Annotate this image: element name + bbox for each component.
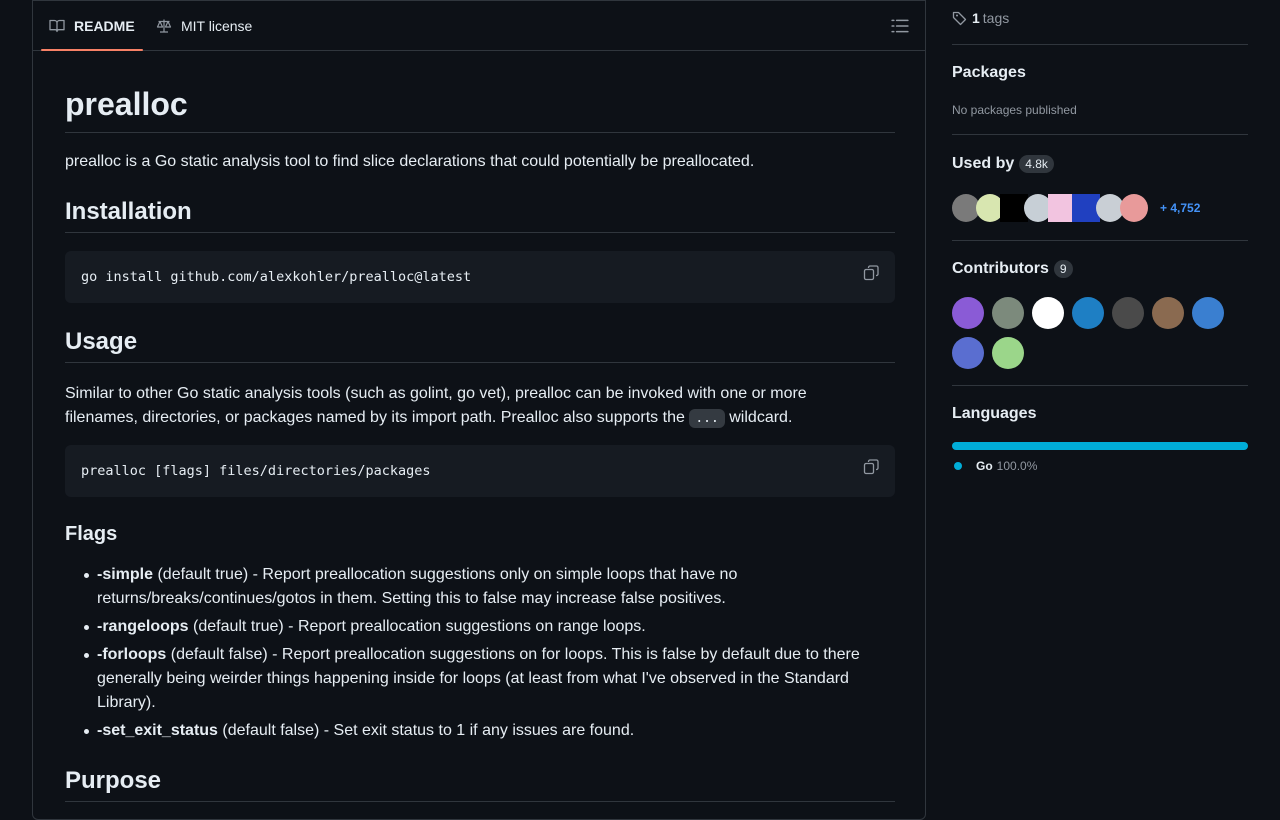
used-by-count: 4.8k	[1019, 155, 1054, 173]
list-item: -set_exit_status (default false) - Set e…	[84, 719, 895, 743]
languages-heading: Languages	[952, 405, 1036, 423]
contributors-count: 9	[1053, 260, 1073, 278]
copy-icon[interactable]	[863, 265, 879, 281]
readme-panel: README MIT license prealloc prealloc is …	[32, 0, 926, 820]
list-item: -simple (default true) - Report prealloc…	[84, 563, 895, 611]
tags-link[interactable]: 1 tags	[952, 8, 1009, 28]
flag-name: -simple	[97, 566, 154, 583]
law-scale-icon	[156, 19, 172, 33]
avatar[interactable]	[1192, 297, 1224, 329]
readme-title: prealloc	[65, 87, 895, 133]
tab-license-label: MIT license	[181, 17, 253, 34]
flags-heading: Flags	[65, 523, 118, 545]
used-by-label: Used by	[952, 155, 1015, 172]
readme-tabs: README MIT license	[33, 1, 925, 51]
packages-empty-text: No packages published	[952, 103, 1077, 117]
used-by-more-link[interactable]: + 4,752	[1160, 201, 1200, 215]
used-by-heading[interactable]: Used by 4.8k	[952, 155, 1054, 173]
purpose-heading: Purpose	[65, 767, 895, 802]
avatar[interactable]	[992, 337, 1024, 369]
install-code-block: go install github.com/alexkohler/preallo…	[65, 251, 895, 303]
avatar[interactable]	[1032, 297, 1064, 329]
packages-heading[interactable]: Packages	[952, 64, 1026, 82]
tab-readme-label: README	[74, 17, 135, 34]
flag-name: -rangeloops	[97, 618, 189, 635]
tags-label: tags	[982, 10, 1010, 26]
avatar[interactable]	[952, 337, 984, 369]
flag-name: -forloops	[97, 646, 167, 663]
avatar[interactable]	[1112, 297, 1144, 329]
language-go[interactable]: Go 100.0%	[954, 459, 1037, 473]
language-percent: 100.0%	[996, 459, 1038, 473]
flags-list: -simple (default true) - Report prealloc…	[65, 563, 895, 747]
flag-description: (default false) - Set exit status to 1 i…	[217, 722, 635, 739]
usage-code-block: prealloc [flags] files/directories/packa…	[65, 445, 895, 497]
go-color-dot	[954, 462, 962, 470]
usage-paragraph: Similar to other Go static analysis tool…	[65, 382, 895, 431]
avatar[interactable]	[1152, 297, 1184, 329]
avatar[interactable]	[1072, 297, 1104, 329]
contributors-label: Contributors	[952, 260, 1049, 277]
inline-code-wildcard: ...	[689, 409, 725, 428]
list-item: -rangeloops (default true) - Report prea…	[84, 615, 895, 639]
list-item: -forloops (default false) - Report preal…	[84, 643, 895, 715]
language-bar	[952, 442, 1248, 450]
installation-heading: Installation	[65, 198, 895, 233]
flag-description: (default true) - Report preallocation su…	[97, 566, 738, 607]
tag-icon	[952, 11, 967, 26]
intro-paragraph: prealloc is a Go static analysis tool to…	[65, 153, 755, 170]
usage-text-1: Similar to other Go static analysis tool…	[65, 385, 807, 402]
avatar[interactable]	[1120, 194, 1148, 222]
avatar[interactable]	[952, 297, 984, 329]
contributors-heading[interactable]: Contributors 9	[952, 260, 1073, 278]
install-command: go install github.com/alexkohler/preallo…	[81, 269, 472, 285]
book-icon	[49, 19, 65, 32]
usage-text-3: wildcard.	[729, 409, 793, 426]
languages-label: Languages	[952, 405, 1037, 422]
usage-command: prealloc [flags] files/directories/packa…	[81, 463, 431, 479]
flag-description: (default true) - Report preallocation su…	[188, 618, 646, 635]
divider	[952, 134, 1248, 135]
flag-name: -set_exit_status	[97, 722, 218, 739]
language-name: Go	[976, 459, 993, 473]
tab-readme[interactable]: README	[41, 1, 143, 51]
outline-list-icon[interactable]	[891, 17, 909, 35]
packages-heading-label: Packages	[952, 64, 1026, 81]
copy-icon[interactable]	[863, 459, 879, 475]
tab-license[interactable]: MIT license	[156, 1, 252, 50]
avatar[interactable]	[992, 297, 1024, 329]
divider	[952, 44, 1248, 45]
divider	[952, 240, 1248, 241]
flag-description: (default false) - Report preallocation s…	[97, 646, 860, 711]
usage-text-2: filenames, directories, or packages name…	[65, 409, 685, 426]
divider	[952, 385, 1248, 386]
usage-heading: Usage	[65, 328, 895, 363]
tags-count: 1	[972, 10, 980, 26]
